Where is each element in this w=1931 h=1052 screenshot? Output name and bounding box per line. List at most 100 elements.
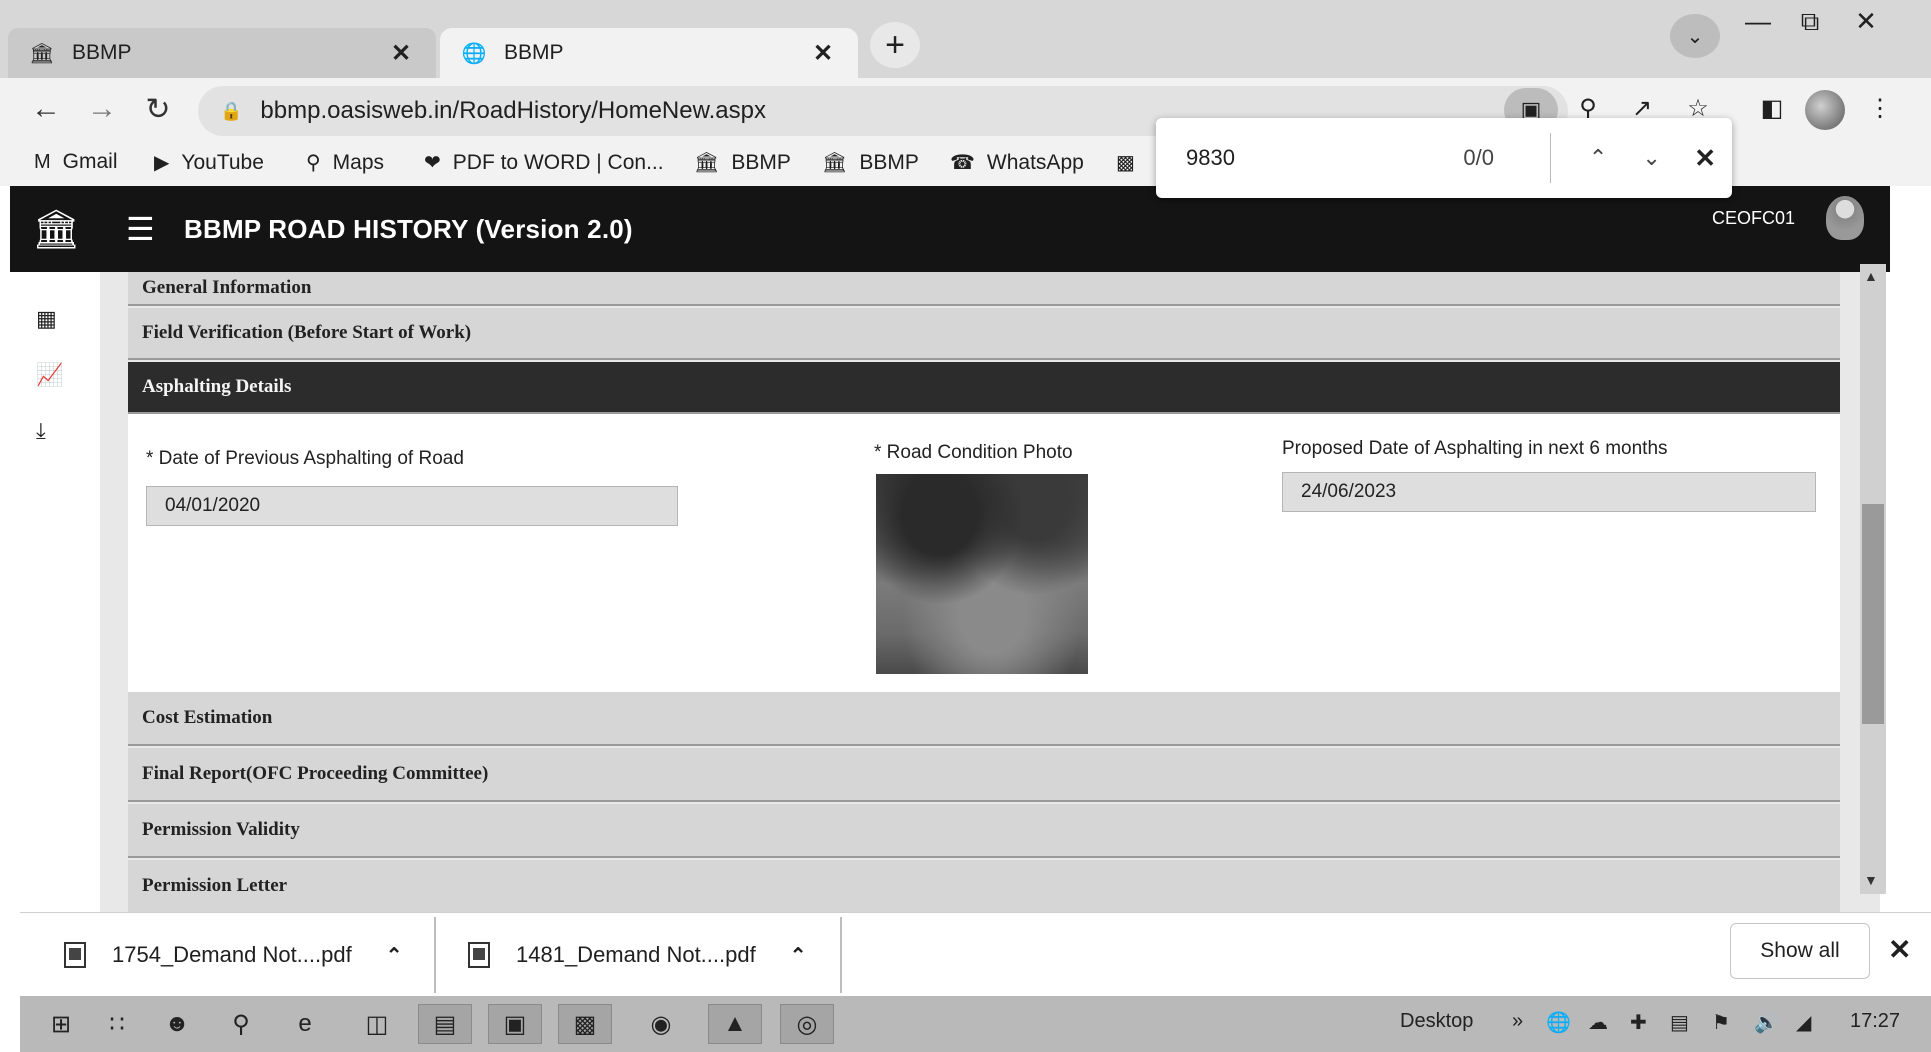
url-text[interactable]: bbmp.oasisweb.in/RoadHistory/HomeNew.asp… <box>260 97 766 125</box>
action-center-flag-icon[interactable]: ⚑ <box>1712 1010 1730 1035</box>
show-all-downloads-button[interactable]: Show all <box>1730 923 1870 979</box>
pdf-reader-icon[interactable]: ▲ <box>708 1004 762 1044</box>
side-panel-icon[interactable]: ◧ <box>1752 94 1792 123</box>
folder-icon[interactable]: ▣ <box>488 1004 542 1044</box>
scroll-up-icon[interactable]: ▲ <box>1864 268 1878 284</box>
bookmark-bbmp-1[interactable]: 🏛 BBMP <box>694 150 791 175</box>
prev-asphalting-date-field[interactable]: 04/01/2020 <box>146 486 678 526</box>
gmail-icon: M <box>34 150 51 173</box>
chart-bookmark-icon: ▩ <box>1116 152 1135 174</box>
volume-icon[interactable]: 🔊 <box>1754 1010 1779 1035</box>
people-icon[interactable]: ☻ <box>150 1004 204 1044</box>
bookmark-youtube[interactable]: ▶ YouTube <box>154 150 264 175</box>
library-icon[interactable]: ▤ <box>418 1004 472 1044</box>
cloud-icon[interactable]: ☁ <box>1588 1010 1608 1035</box>
bbmp-logo-icon: 🏛 <box>29 42 55 65</box>
content-scrollbar[interactable]: ▲ ▼ <box>1860 264 1886 894</box>
download-divider <box>434 917 436 993</box>
asphalting-details-panel: * Date of Previous Asphalting of Road 04… <box>128 414 1840 692</box>
windows-start-icon[interactable]: ⊞ <box>34 1004 88 1044</box>
browser-tab-strip: 🏛 BBMP ✕ 🌐 BBMP ✕ + ⌄ — ⧉ ✕ <box>0 0 1931 78</box>
chevron-up-icon[interactable]: ⌃ <box>790 943 807 968</box>
close-tab-icon[interactable]: ✕ <box>808 39 838 68</box>
bookmark-bbmp-2[interactable]: 🏛 BBMP <box>822 150 919 175</box>
download-item-1[interactable]: 1754_Demand Not....pdf ⌃ <box>64 931 402 979</box>
internet-explorer-icon[interactable]: e <box>278 1004 332 1044</box>
scrollbar-thumb[interactable] <box>1862 504 1884 724</box>
find-match-count: 0/0 <box>1463 145 1494 170</box>
whatsapp-icon: ☎ <box>950 152 975 174</box>
user-name[interactable]: CEOFC01 <box>1712 208 1795 229</box>
restore-window-icon[interactable]: ⧉ <box>1782 6 1838 38</box>
chrome-icon[interactable]: ◎ <box>780 1004 834 1044</box>
chevron-up-icon[interactable]: ⌃ <box>386 943 403 968</box>
new-tab-button[interactable]: + <box>870 22 920 68</box>
profile-avatar[interactable] <box>1805 90 1845 130</box>
close-downloads-icon[interactable]: ✕ <box>1888 933 1911 966</box>
media-player-icon[interactable]: ◉ <box>634 1004 688 1044</box>
download-icon[interactable]: ⤓ <box>36 418 46 444</box>
line-chart-icon[interactable]: 📈 <box>36 362 63 388</box>
plus-icon[interactable]: ✚ <box>1630 1010 1647 1035</box>
main-content: General Information Field Verification (… <box>100 272 1880 912</box>
more-menu-icon[interactable]: ⋮ <box>1860 94 1900 123</box>
apps-grid-icon[interactable]: ∷ <box>90 1004 144 1044</box>
section-label: Field Verification (Before Start of Work… <box>142 322 472 343</box>
bookmark-whatsapp[interactable]: ☎ WhatsApp <box>950 150 1084 175</box>
expand-chevron-icon[interactable]: » <box>1512 1010 1523 1033</box>
institution-home-icon[interactable]: 🏛 <box>32 208 80 252</box>
signal-icon[interactable]: ◢ <box>1796 1010 1811 1035</box>
search-icon[interactable]: ⚲ <box>214 1004 268 1044</box>
reload-icon[interactable]: ↻ <box>138 92 178 127</box>
prev-asphalting-date-label: * Date of Previous Asphalting of Road <box>146 448 464 469</box>
find-input[interactable]: 9830 <box>1186 145 1463 171</box>
bookmark-gmail[interactable]: M Gmail <box>34 150 118 174</box>
find-in-page-bar: 9830 0/0 ⌃ ⌄ ✕ <box>1156 118 1732 198</box>
os-taskbar: ⊞ ∷ ☻ ⚲ e ◫ ▤ ▣ ▩ ◉ ▲ ◎ Desktop » 🌐 ☁ ✚ … <box>20 996 1931 1052</box>
download-filename: 1481_Demand Not....pdf <box>516 942 756 967</box>
section-asphalting-details[interactable]: Asphalting Details <box>128 362 1840 414</box>
network-icon[interactable]: ▤ <box>1670 1010 1689 1035</box>
section-final-report[interactable]: Final Report(OFC Proceeding Committee) <box>128 748 1840 802</box>
user-avatar[interactable] <box>1826 196 1864 240</box>
desktop-toolbar-label[interactable]: Desktop <box>1400 1010 1473 1033</box>
presentation-icon[interactable]: ▩ <box>558 1004 612 1044</box>
download-filename: 1754_Demand Not....pdf <box>112 942 352 967</box>
pdf-convert-icon: ❤ <box>424 152 441 174</box>
clock-time[interactable]: 17:27 <box>1850 1010 1900 1033</box>
browser-tab-2[interactable]: 🌐 BBMP ✕ <box>440 28 858 78</box>
tab-title: BBMP <box>72 41 132 64</box>
tab-search-button[interactable]: ⌄ <box>1670 14 1720 58</box>
bookmark-label: Gmail <box>62 150 118 173</box>
section-field-verification[interactable]: Field Verification (Before Start of Work… <box>128 308 1840 360</box>
bookmark-pdf-to-word[interactable]: ❤ PDF to WORD | Con... <box>424 150 664 175</box>
scroll-down-icon[interactable]: ▼ <box>1864 872 1878 888</box>
find-divider <box>1550 133 1552 183</box>
download-item-2[interactable]: 1481_Demand Not....pdf ⌃ <box>468 931 806 979</box>
globe-icon[interactable]: 🌐 <box>1546 1010 1571 1035</box>
find-next-icon[interactable]: ⌄ <box>1625 145 1679 171</box>
bookmark-label: BBMP <box>859 150 919 174</box>
forward-arrow-icon[interactable]: → <box>82 92 122 126</box>
back-arrow-icon[interactable]: ← <box>26 92 66 126</box>
section-cost-estimation[interactable]: Cost Estimation <box>128 692 1840 746</box>
find-close-icon[interactable]: ✕ <box>1678 143 1732 174</box>
file-explorer-icon[interactable]: ◫ <box>350 1004 404 1044</box>
section-permission-validity[interactable]: Permission Validity <box>128 804 1840 858</box>
bookmark-maps[interactable]: ⚲ Maps <box>306 150 384 175</box>
section-general-information[interactable]: General Information <box>128 272 1840 306</box>
hamburger-menu-icon[interactable]: ☰ <box>126 210 155 248</box>
minimize-window-icon[interactable]: — <box>1730 6 1786 37</box>
proposed-asphalting-date-field[interactable]: 24/06/2023 <box>1282 472 1816 512</box>
browser-tab-1[interactable]: 🏛 BBMP ✕ <box>8 28 436 78</box>
bookmark-unnamed[interactable]: ▩ <box>1116 150 1147 175</box>
lock-icon[interactable]: 🔒 <box>220 101 242 122</box>
find-previous-icon[interactable]: ⌃ <box>1571 145 1625 171</box>
close-tab-icon[interactable]: ✕ <box>386 39 416 68</box>
section-permission-letter[interactable]: Permission Letter <box>128 860 1840 912</box>
road-condition-photo[interactable] <box>876 474 1088 674</box>
close-window-icon[interactable]: ✕ <box>1838 6 1894 37</box>
pdf-file-icon <box>468 942 490 968</box>
grid-dashboard-icon[interactable]: ▦ <box>36 306 57 332</box>
section-label: Asphalting Details <box>142 376 292 397</box>
